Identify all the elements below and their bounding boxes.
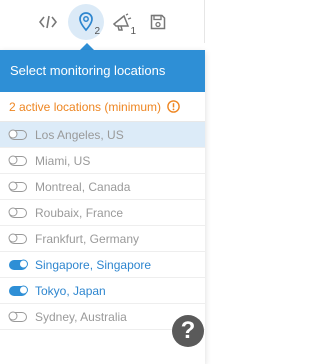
location-label: Tokyo, Japan: [35, 283, 106, 298]
code-button[interactable]: [30, 4, 66, 40]
map-pin-icon: [79, 12, 93, 32]
warning-text: 2 active locations (minimum): [9, 99, 162, 114]
toggle-switch[interactable]: [9, 259, 27, 270]
location-row-roubaix[interactable]: Roubaix, France: [0, 200, 205, 226]
location-row-montreal[interactable]: Montreal, Canada: [0, 174, 205, 200]
toggle-switch[interactable]: [9, 311, 27, 322]
locations-popup: Select monitoring locations 2 active loc…: [0, 50, 205, 364]
warning-icon: [167, 100, 180, 113]
megaphone-icon: [112, 13, 132, 31]
location-row-singapore[interactable]: Singapore, Singapore: [0, 252, 205, 278]
location-label: Sydney, Australia: [35, 309, 127, 324]
locations-button[interactable]: 2: [68, 4, 104, 40]
save-button[interactable]: [140, 4, 176, 40]
toggle-switch[interactable]: [9, 181, 27, 192]
alerts-button[interactable]: 1: [104, 4, 140, 40]
location-label: Singapore, Singapore: [35, 257, 152, 272]
location-row-miami[interactable]: Miami, US: [0, 148, 205, 174]
minimum-warning: 2 active locations (minimum): [0, 92, 205, 122]
location-list: Los Angeles, US Miami, US Montreal, Cana…: [0, 122, 205, 330]
code-icon: [39, 15, 57, 29]
location-label: Miami, US: [35, 153, 91, 168]
popup-title: Select monitoring locations: [0, 50, 205, 92]
question-icon: ?: [180, 317, 196, 344]
location-row-tokyo[interactable]: Tokyo, Japan: [0, 278, 205, 304]
location-label: Los Angeles, US: [35, 127, 124, 142]
toggle-switch[interactable]: [9, 233, 27, 244]
location-row-los-angeles[interactable]: Los Angeles, US: [0, 122, 205, 148]
toolbar-divider: [204, 0, 205, 43]
alert-count-badge: 1: [130, 26, 136, 37]
toolbar: 2 1: [0, 0, 205, 43]
toggle-switch[interactable]: [9, 207, 27, 218]
location-row-frankfurt[interactable]: Frankfurt, Germany: [0, 226, 205, 252]
location-label: Frankfurt, Germany: [35, 231, 140, 246]
toggle-switch[interactable]: [9, 285, 27, 296]
save-icon: [150, 14, 166, 30]
location-count-badge: 2: [94, 26, 100, 37]
toggle-switch[interactable]: [9, 155, 27, 166]
location-label: Montreal, Canada: [35, 179, 131, 194]
location-label: Roubaix, France: [35, 205, 124, 220]
toggle-switch[interactable]: [9, 129, 27, 140]
help-button[interactable]: ?: [172, 315, 204, 347]
